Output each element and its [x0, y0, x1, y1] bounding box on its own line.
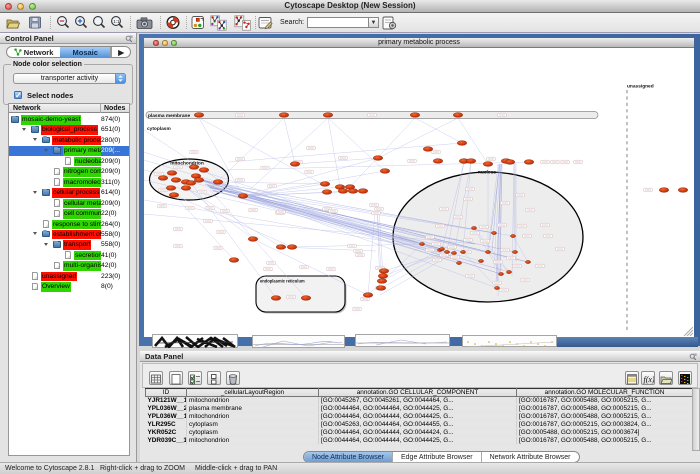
svg-text:plasma membrane: plasma membrane — [148, 113, 190, 119]
svg-text:f(x): f(x) — [644, 375, 655, 384]
svg-text:cytoplasm: cytoplasm — [147, 126, 171, 132]
svg-text:unassigned: unassigned — [627, 84, 654, 90]
svg-text:mitochondrion: mitochondrion — [170, 161, 204, 167]
svg-text:endoplasmic reticulum: endoplasmic reticulum — [260, 279, 305, 284]
svg-text:nucleus: nucleus — [478, 170, 496, 176]
svg-text:1:1: 1:1 — [113, 19, 120, 24]
